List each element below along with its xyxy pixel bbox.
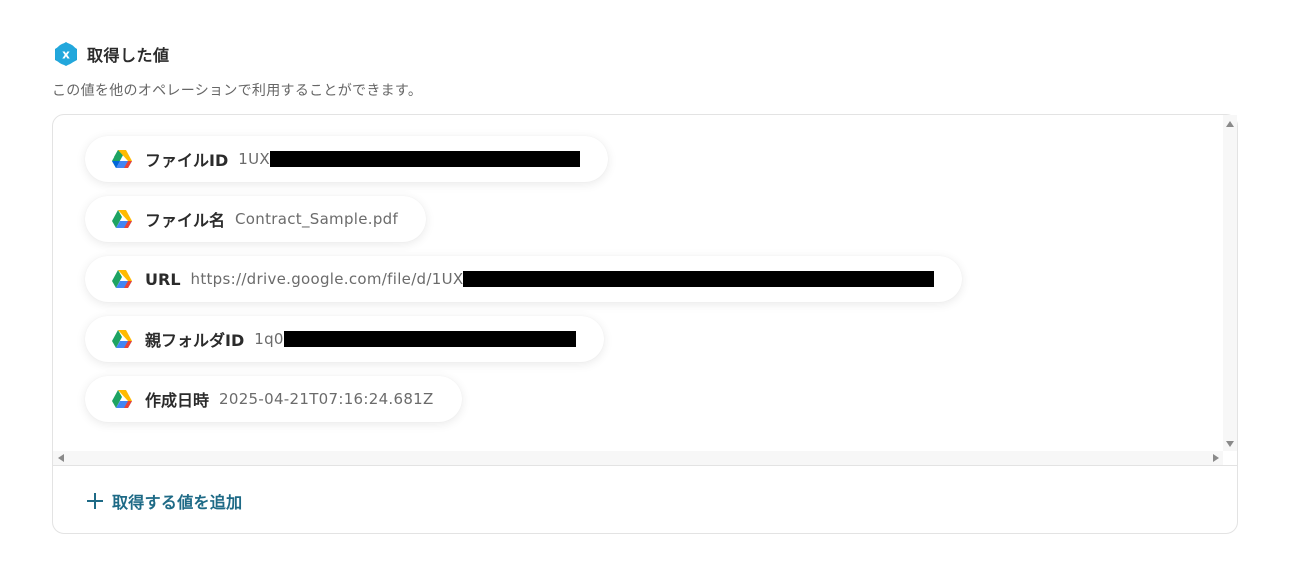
horizontal-scrollbar[interactable]: [53, 451, 1223, 465]
chip-label: 作成日時: [145, 391, 210, 410]
svg-text:x: x: [62, 48, 70, 62]
section-title: 取得した値: [87, 46, 170, 65]
chip-label: ファイル名: [145, 211, 226, 230]
value-chip-parent-folder-id[interactable]: 親フォルダID 1q0: [85, 316, 604, 362]
add-value-label: 取得する値を追加: [112, 493, 243, 512]
value-chip-url[interactable]: URL https://drive.google.com/file/d/1UX: [85, 256, 963, 302]
chip-value: 2025-04-21T07:16:24.681Z: [219, 390, 434, 408]
google-drive-icon: [112, 390, 132, 408]
value-chip-file-name[interactable]: ファイル名 Contract_Sample.pdf: [85, 196, 427, 242]
scroll-left-arrow-icon[interactable]: [58, 454, 64, 462]
scroll-up-arrow-icon[interactable]: [1226, 121, 1234, 127]
google-drive-icon: [112, 150, 132, 168]
redaction-bar: [269, 151, 580, 167]
google-drive-icon: [112, 270, 132, 288]
value-chip-file-id[interactable]: ファイルID 1UX: [85, 136, 608, 182]
chip-value: Contract_Sample.pdf: [235, 210, 399, 228]
yoom-x-badge-icon: x: [55, 42, 77, 66]
add-value-button[interactable]: 取得する値を追加: [87, 489, 242, 513]
value-chip-created-at[interactable]: 作成日時 2025-04-21T07:16:24.681Z: [85, 376, 462, 422]
section-description: この値を他のオペレーションで利用することができます。: [52, 83, 423, 99]
plus-icon: [87, 493, 103, 509]
scroll-right-arrow-icon[interactable]: [1213, 454, 1219, 462]
vertical-scrollbar[interactable]: [1223, 115, 1237, 451]
chip-value: 1q0: [254, 330, 284, 348]
values-panel: ファイルID 1UX ファイル名 Contract_Sample.pdf URL: [52, 114, 1238, 534]
section-header: x 取得した値: [53, 41, 170, 67]
chip-label: 親フォルダID: [145, 331, 245, 350]
google-drive-icon: [112, 210, 132, 228]
redaction-bar: [283, 331, 576, 347]
google-drive-icon: [112, 330, 132, 348]
scroll-down-arrow-icon[interactable]: [1226, 441, 1234, 447]
chip-value: 1UX: [238, 150, 270, 168]
values-scroll-area: ファイルID 1UX ファイル名 Contract_Sample.pdf URL: [53, 115, 1237, 466]
chip-value: https://drive.google.com/file/d/1UX: [190, 270, 464, 288]
chip-label: ファイルID: [145, 151, 229, 170]
redaction-bar: [463, 271, 935, 287]
chip-label: URL: [145, 269, 181, 289]
